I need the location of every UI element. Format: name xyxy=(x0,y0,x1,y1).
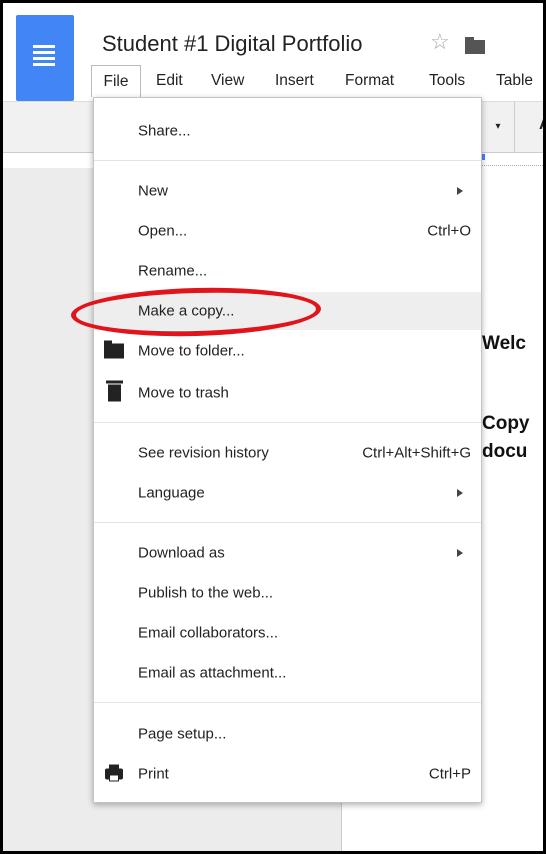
submenu-arrow-icon xyxy=(457,549,463,557)
menu-insert[interactable]: Insert xyxy=(275,65,314,97)
menu-item-share[interactable]: Share... xyxy=(94,112,481,150)
menu-item-label: Move to folder... xyxy=(138,342,245,360)
menu-item-label: Move to trash xyxy=(138,384,229,402)
menu-item-label: New xyxy=(138,182,169,200)
menu-item-label: Language xyxy=(138,484,205,502)
menu-separator xyxy=(94,702,481,703)
document-text-line[interactable]: Copy xyxy=(482,413,530,435)
menu-item-label: Rename... xyxy=(138,262,208,280)
folder-icon xyxy=(104,340,124,359)
menu-format[interactable]: Format xyxy=(345,65,394,97)
menu-item-label: Page setup... xyxy=(138,725,227,743)
menu-item-email-attachment[interactable]: Email as attachment... xyxy=(94,654,481,692)
menu-item-label: See revision history xyxy=(138,444,269,462)
menu-item-label: Make a copy... xyxy=(138,302,235,320)
menu-item-email-collaborators[interactable]: Email collaborators... xyxy=(94,614,481,652)
shortcut-label: Ctrl+O xyxy=(427,222,471,240)
folder-icon[interactable] xyxy=(465,37,485,54)
menu-tools[interactable]: Tools xyxy=(429,65,465,97)
menu-separator xyxy=(94,522,481,523)
menu-item-label: Download as xyxy=(138,544,225,562)
menu-item-language[interactable]: Language xyxy=(94,474,481,512)
menu-item-rename[interactable]: Rename... xyxy=(94,252,481,290)
menu-item-new[interactable]: New xyxy=(94,172,481,210)
menu-table[interactable]: Table xyxy=(496,65,533,97)
toolbar-dropdown-button[interactable]: ▾ xyxy=(481,102,515,152)
app-window: Student #1 Digital Portfolio ☆ File Edit… xyxy=(0,0,546,854)
menu-item-page-setup[interactable]: Page setup... xyxy=(94,715,481,753)
menu-item-revision-history[interactable]: See revision history Ctrl+Alt+Shift+G xyxy=(94,434,481,472)
star-icon[interactable]: ☆ xyxy=(430,31,450,53)
shortcut-label: Ctrl+Alt+Shift+G xyxy=(362,444,471,462)
menu-item-download-as[interactable]: Download as xyxy=(94,534,481,572)
document-text-line[interactable]: Welc xyxy=(482,333,526,355)
menu-separator xyxy=(94,422,481,423)
file-menu-dropdown: Share... New Open... Ctrl+O Rename... Ma… xyxy=(93,97,482,803)
menu-item-print[interactable]: Print Ctrl+P xyxy=(94,755,481,793)
menu-item-move-to-folder[interactable]: Move to folder... xyxy=(94,332,481,370)
menu-item-label: Email collaborators... xyxy=(138,624,279,642)
font-selector[interactable]: A xyxy=(539,116,543,134)
menu-file[interactable]: File xyxy=(91,65,141,97)
submenu-arrow-icon xyxy=(457,187,463,195)
shortcut-label: Ctrl+P xyxy=(428,765,471,783)
menu-item-label: Print xyxy=(138,765,169,783)
trash-icon xyxy=(106,380,123,402)
menu-item-label: Email as attachment... xyxy=(138,664,287,682)
menu-item-move-to-trash[interactable]: Move to trash xyxy=(94,374,481,412)
menu-item-make-copy[interactable]: Make a copy... xyxy=(94,292,481,330)
menu-item-label: Publish to the web... xyxy=(138,584,274,602)
menu-item-publish[interactable]: Publish to the web... xyxy=(94,574,481,612)
menu-item-label: Open... xyxy=(138,222,188,240)
menu-view[interactable]: View xyxy=(211,65,244,97)
submenu-arrow-icon xyxy=(457,489,463,497)
menu-item-label: Share... xyxy=(138,122,191,140)
print-icon xyxy=(105,764,123,782)
docs-home-icon[interactable] xyxy=(16,15,74,101)
menu-separator xyxy=(94,160,481,161)
document-title[interactable]: Student #1 Digital Portfolio xyxy=(102,31,363,57)
menu-item-open[interactable]: Open... Ctrl+O xyxy=(94,212,481,250)
document-text-line[interactable]: docu xyxy=(482,441,527,463)
menu-edit[interactable]: Edit xyxy=(156,65,183,97)
